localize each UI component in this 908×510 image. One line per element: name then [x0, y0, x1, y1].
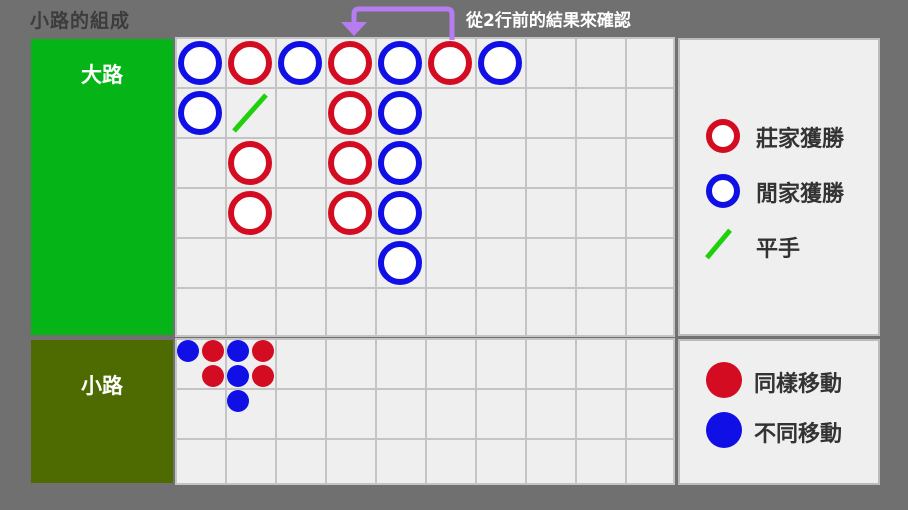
movement-legend: 同樣移動 不同移動 [678, 339, 880, 485]
player-win-mark [378, 241, 422, 285]
note-text: 從2行前的結果來確認 [466, 11, 631, 31]
banker-win-mark [228, 191, 272, 235]
big-road-label-panel: 大路 [31, 39, 173, 335]
red-dot-icon [706, 362, 742, 398]
banker-win-mark [328, 141, 372, 185]
banker-win-mark [328, 41, 372, 85]
legend-item-banker: 莊家獲勝 [680, 114, 880, 154]
legend-label-same: 同樣移動 [754, 372, 843, 397]
legend-label-different: 不同移動 [754, 422, 843, 447]
different-move-dot [227, 340, 249, 362]
red-ring-icon [706, 119, 740, 153]
small-road-label: 小路 [81, 374, 123, 398]
banker-win-mark [428, 41, 472, 85]
player-win-mark [378, 191, 422, 235]
legend-label-banker: 莊家獲勝 [756, 127, 845, 152]
page-title: 小路的組成 [30, 10, 131, 32]
legend-item-same: 同樣移動 [680, 359, 880, 399]
same-move-dot [252, 340, 274, 362]
banker-win-mark [228, 41, 272, 85]
player-win-mark [178, 91, 222, 135]
player-win-mark [378, 41, 422, 85]
different-move-dot [177, 340, 199, 362]
arrow-head-icon [341, 22, 367, 36]
banker-win-mark [328, 191, 372, 235]
banker-win-mark [328, 91, 372, 135]
player-win-mark [278, 41, 322, 85]
legend-item-tie: 平手 [680, 224, 880, 264]
result-legend: 莊家獲勝 閒家獲勝 平手 [678, 38, 880, 336]
legend-item-different: 不同移動 [680, 409, 880, 449]
small-road-label-panel: 小路 [31, 340, 173, 483]
player-win-mark [478, 41, 522, 85]
same-move-dot [202, 365, 224, 387]
player-win-mark [178, 41, 222, 85]
legend-label-player: 閒家獲勝 [756, 182, 845, 207]
different-move-dot [227, 390, 249, 412]
different-move-dot [227, 365, 249, 387]
big-road-label: 大路 [81, 63, 123, 87]
arrow-line [351, 6, 455, 40]
banker-win-mark [228, 141, 272, 185]
blue-dot-icon [706, 412, 742, 448]
legend-item-player: 閒家獲勝 [680, 169, 880, 209]
legend-label-tie: 平手 [756, 237, 801, 262]
blue-ring-icon [706, 174, 740, 208]
player-win-mark [378, 141, 422, 185]
road-grid [175, 37, 675, 485]
same-move-dot [202, 340, 224, 362]
player-win-mark [378, 91, 422, 135]
green-slash-icon [705, 228, 732, 260]
same-move-dot [252, 365, 274, 387]
